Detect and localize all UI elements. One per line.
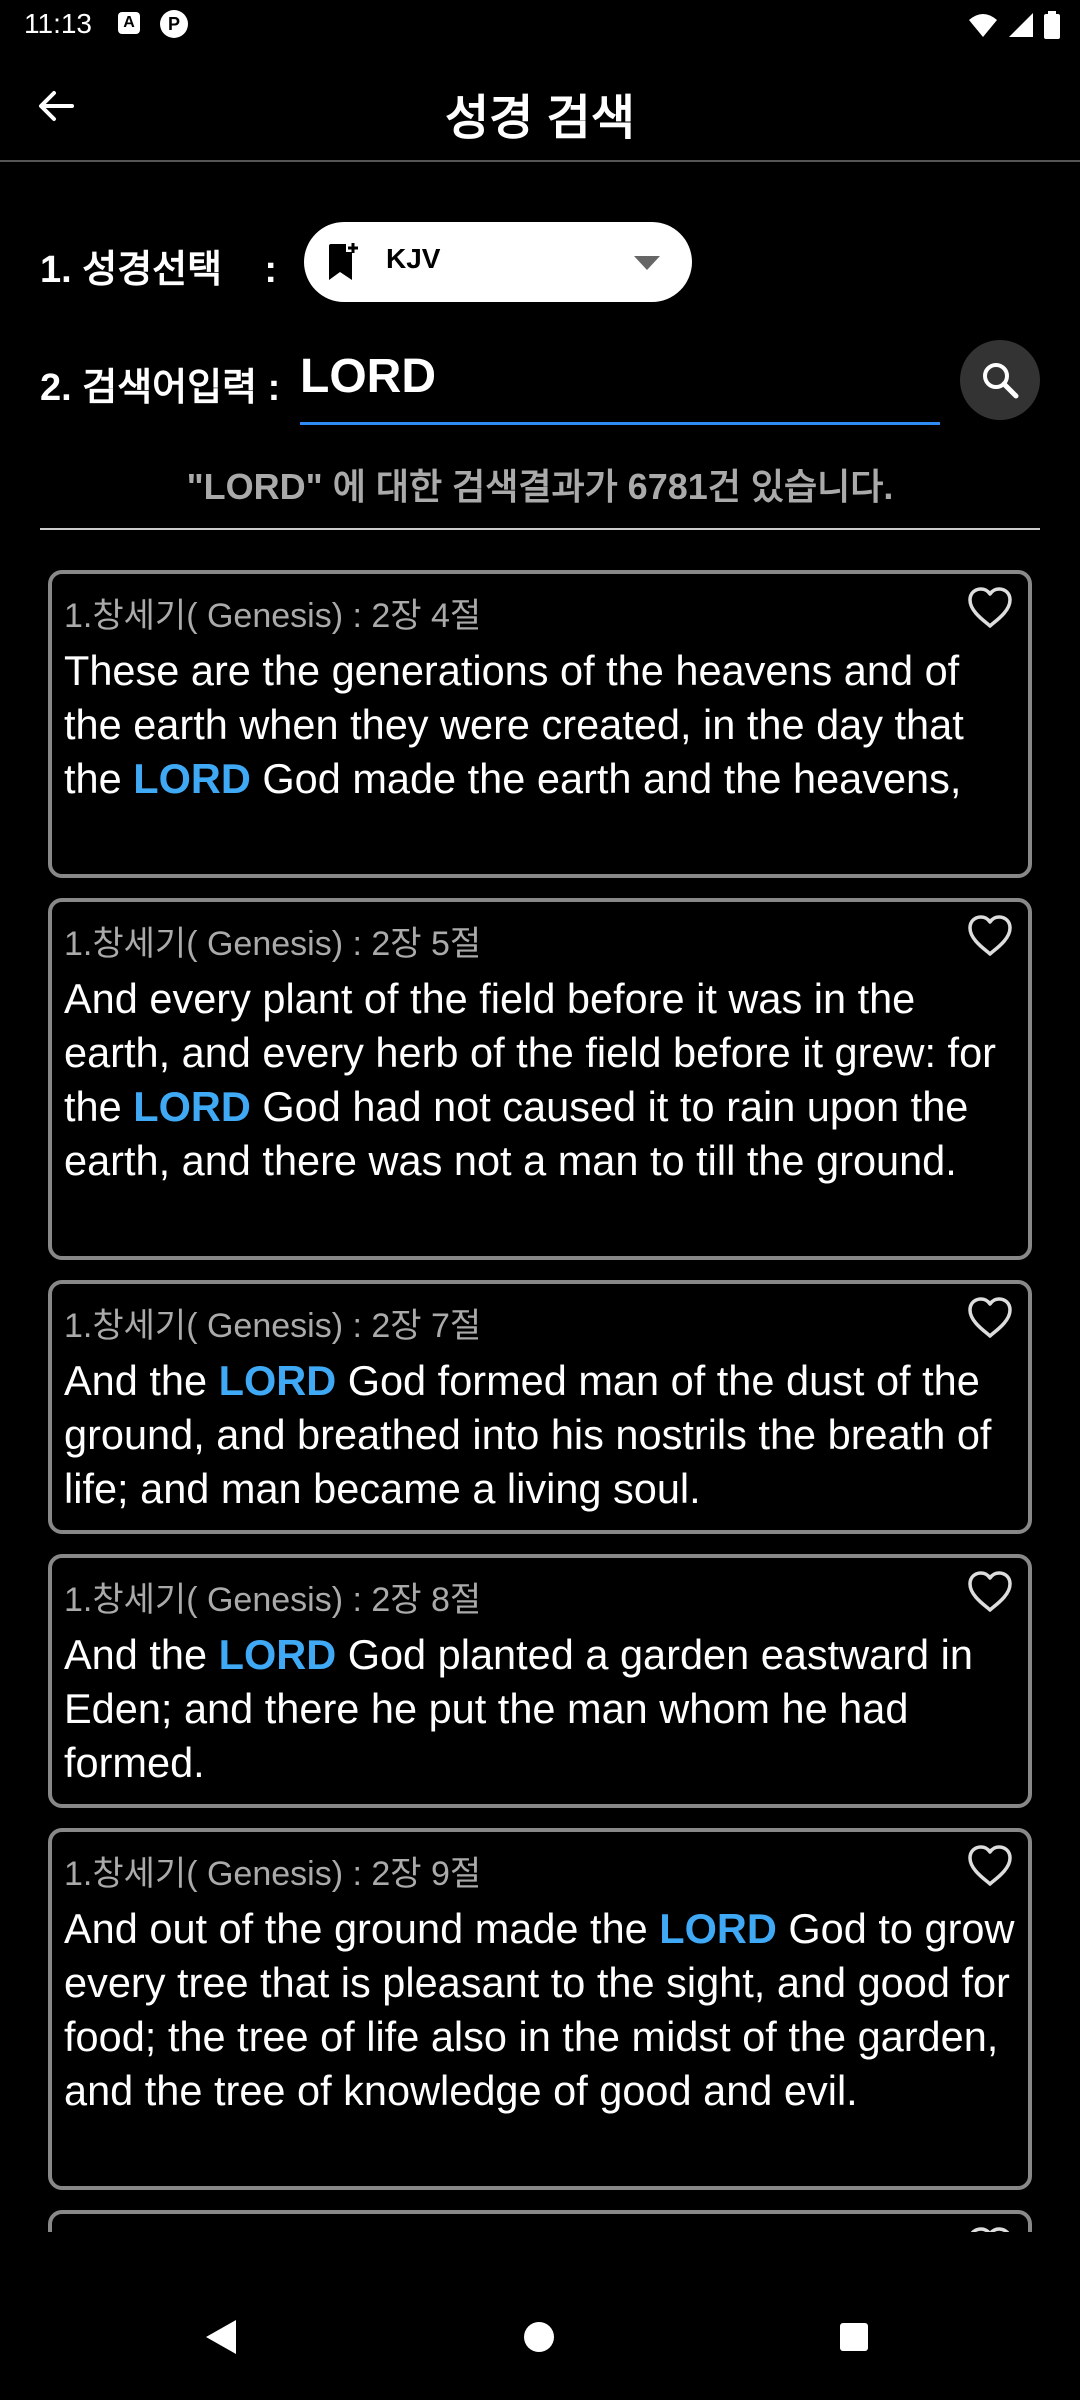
result-card[interactable]: 1.창세기( Genesis) : 2장 7절 And the LORD God… xyxy=(48,1280,1032,1534)
heart-outline-icon xyxy=(970,2227,1010,2232)
verse-text: And the LORD God planted a garden eastwa… xyxy=(64,1631,973,1786)
nav-recents-icon[interactable] xyxy=(840,2323,868,2351)
battery-icon xyxy=(1044,11,1060,39)
heart-outline-icon xyxy=(968,587,1012,628)
status-time: 11:13 xyxy=(24,8,92,39)
page-title: 성경 검색 xyxy=(445,92,635,145)
heart-outline-icon xyxy=(968,915,1012,956)
verse-reference: 1.창세기( Genesis) : 2장 7절 xyxy=(64,1307,482,1345)
status-bar: 11:13 A P xyxy=(0,0,1080,50)
search-input[interactable] xyxy=(300,336,940,416)
favorite-button[interactable] xyxy=(966,1844,1014,1892)
verse-reference: 1.창세기( Genesis) : 2장 9절 xyxy=(64,1855,482,1893)
favorite-button[interactable] xyxy=(966,1296,1014,1344)
highlighted-keyword: LORD xyxy=(659,1905,777,1952)
highlighted-keyword: LORD xyxy=(133,1083,251,1130)
result-card-partial[interactable] xyxy=(48,2210,1032,2232)
search-icon xyxy=(983,363,1019,399)
version-label: 1. 성경선택 : xyxy=(40,249,277,291)
app-bar: 성경 검색 xyxy=(0,50,1080,162)
highlighted-keyword: LORD xyxy=(133,755,251,802)
verse-reference: 1.창세기( Genesis) : 2장 5절 xyxy=(64,925,482,963)
highlighted-keyword: LORD xyxy=(218,1357,337,1404)
verse-text: And every plant of the field before it w… xyxy=(64,975,996,1184)
verse-text: And out of the ground made the LORD God … xyxy=(64,1905,1015,2114)
search-field xyxy=(300,336,940,425)
notification-p-icon: P xyxy=(160,10,188,38)
status-icons xyxy=(968,8,1060,42)
result-card[interactable]: 1.창세기( Genesis) : 2장 9절 And out of the g… xyxy=(48,1828,1032,2190)
favorite-button[interactable] xyxy=(966,586,1014,634)
version-value: KJV xyxy=(386,243,441,274)
search-button[interactable] xyxy=(960,340,1040,420)
heart-outline-icon xyxy=(968,1297,1012,1338)
notification-a-icon: A xyxy=(118,12,140,34)
result-card[interactable]: 1.창세기( Genesis) : 2장 4절 These are the ge… xyxy=(48,570,1032,878)
result-card[interactable]: 1.창세기( Genesis) : 2장 8절 And the LORD God… xyxy=(48,1554,1032,1808)
bookmark-add-icon xyxy=(329,243,358,280)
favorite-button[interactable] xyxy=(966,2226,1014,2232)
result-summary: "LORD" 에 대한 검색결과가 6781건 있습니다. xyxy=(186,466,894,507)
heart-outline-icon xyxy=(968,1571,1012,1612)
favorite-button[interactable] xyxy=(966,1570,1014,1618)
navigation-bar xyxy=(0,2290,1080,2400)
result-list[interactable]: 1.창세기( Genesis) : 2장 4절 These are the ge… xyxy=(0,560,1080,2232)
verse-reference: 1.창세기( Genesis) : 2장 8절 xyxy=(64,1581,482,1619)
favorite-button[interactable] xyxy=(966,914,1014,962)
nav-back-icon[interactable] xyxy=(204,2318,238,2356)
divider xyxy=(40,528,1040,530)
wifi-icon xyxy=(969,14,997,37)
nav-home-icon[interactable] xyxy=(524,2322,554,2352)
verse-text: These are the generations of the heavens… xyxy=(64,647,964,802)
result-card[interactable]: 1.창세기( Genesis) : 2장 5절 And every plant … xyxy=(48,898,1032,1260)
signal-icon xyxy=(1009,13,1033,37)
version-select[interactable]: KJV xyxy=(304,222,692,302)
search-label: 2. 검색어입력 : xyxy=(40,367,281,409)
verse-text: And the LORD God formed man of the dust … xyxy=(64,1357,992,1512)
highlighted-keyword: LORD xyxy=(218,1631,337,1678)
dropdown-arrow-icon xyxy=(634,256,660,270)
heart-outline-icon xyxy=(968,1845,1012,1886)
verse-reference: 1.창세기( Genesis) : 2장 4절 xyxy=(64,597,482,635)
